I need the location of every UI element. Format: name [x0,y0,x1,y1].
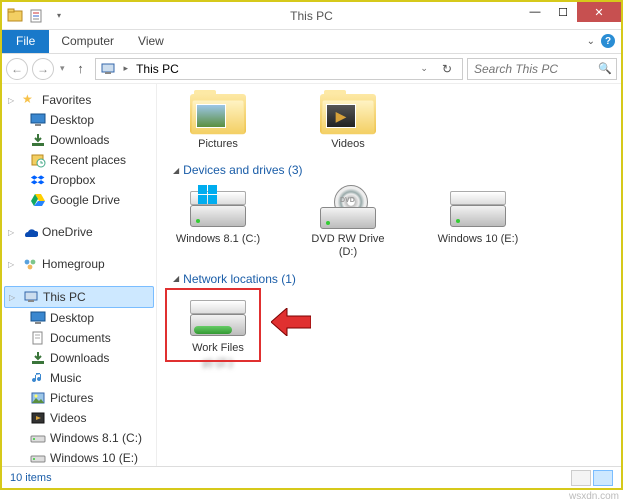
dropbox-icon [30,172,46,188]
videos-icon [30,410,46,426]
nav-item-googledrive[interactable]: Google Drive [4,190,154,210]
address-dropdown-icon[interactable]: ⌄ [416,63,432,74]
pictures-folder-icon [186,88,250,136]
status-text: 10 items [10,472,52,484]
annotation-arrow-icon [271,308,311,336]
thispc-icon [23,289,39,305]
drive-c[interactable]: Windows 8.1 (C:) [173,183,263,259]
maximize-button[interactable]: ☐ [549,2,577,22]
folder-videos[interactable]: ▶ Videos [303,88,393,151]
details-view-button[interactable] [571,470,591,486]
nav-favorites-label: Favorites [42,93,91,107]
search-input[interactable] [472,61,612,77]
qat-dropdown[interactable]: ▾ [50,7,68,25]
drive-c-icon [186,183,250,231]
address-bar[interactable]: ▸ This PC ⌄ ↻ [95,58,463,80]
annotation-highlight [165,288,261,362]
forward-button[interactable]: → [32,58,54,80]
watermark: wsxdn.com [569,491,619,502]
close-button[interactable]: ✕ [577,2,621,22]
drive-e-icon [446,183,510,231]
search-icon: 🔍 [598,62,612,75]
nav-thispc[interactable]: This PC [4,286,154,308]
section-network[interactable]: Network locations (1) [173,272,609,286]
nav-item-downloads[interactable]: Downloads [4,130,154,150]
tab-computer[interactable]: Computer [49,30,126,53]
section-devices[interactable]: Devices and drives (3) [173,163,609,177]
desktop-icon [30,310,46,326]
ribbon-tabs: File Computer View ⌄ ? [2,30,621,54]
nav-pc-drive-c[interactable]: Windows 8.1 (C:) [4,428,154,448]
properties-icon[interactable] [28,7,46,25]
nav-pc-downloads[interactable]: Downloads [4,348,154,368]
back-button[interactable]: ← [6,58,28,80]
nav-pc-desktop[interactable]: Desktop [4,308,154,328]
tab-view[interactable]: View [126,30,176,53]
app-icon[interactable] [6,7,24,25]
nav-onedrive-label: OneDrive [42,225,93,239]
nav-item-dropbox[interactable]: Dropbox [4,170,154,190]
drive-icon [30,430,46,446]
address-chevron-icon[interactable]: ▸ [120,63,133,74]
content-pane[interactable]: Pictures ▶ Videos Devices and drives (3)… [157,84,621,466]
search-box[interactable]: 🔍 [467,58,617,80]
icons-view-button[interactable] [593,470,613,486]
navigation-bar: ← → ▾ ↑ ▸ This PC ⌄ ↻ 🔍 [2,54,621,84]
onedrive-icon [22,224,38,240]
nav-item-recent[interactable]: Recent places [4,150,154,170]
downloads-icon [30,132,46,148]
nav-pc-drive-e[interactable]: Windows 10 (E:) [4,448,154,466]
explorer-window: ▾ This PC — ☐ ✕ File Computer View ⌄ ? ←… [0,0,623,490]
nav-onedrive[interactable]: OneDrive [4,222,154,242]
nav-favorites[interactable]: ★ Favorites [4,90,154,110]
downloads-icon [30,350,46,366]
up-button[interactable]: ↑ [71,59,91,79]
drive-dvd[interactable]: DVD RW Drive (D:) [303,183,393,259]
nav-pc-documents[interactable]: Documents [4,328,154,348]
homegroup-icon [22,256,38,272]
documents-icon [30,330,46,346]
nav-item-desktop[interactable]: Desktop [4,110,154,130]
refresh-button[interactable]: ↻ [436,62,458,76]
thispc-icon [100,61,116,77]
nav-homegroup-label: Homegroup [42,257,105,271]
nav-pc-videos[interactable]: Videos [4,408,154,428]
expand-ribbon-icon[interactable]: ⌄ [587,36,595,47]
pictures-icon [30,390,46,406]
nav-homegroup[interactable]: Homegroup [4,254,154,274]
desktop-icon [30,112,46,128]
history-dropdown[interactable]: ▾ [58,63,67,74]
nav-pc-pictures[interactable]: Pictures [4,388,154,408]
nav-pc-music[interactable]: Music [4,368,154,388]
nav-thispc-label: This PC [43,290,86,304]
minimize-button[interactable]: — [521,2,549,22]
music-icon [30,370,46,386]
dvd-drive-icon [316,183,380,231]
file-tab[interactable]: File [2,30,49,53]
googledrive-icon [30,192,46,208]
videos-folder-icon: ▶ [316,88,380,136]
title-bar: ▾ This PC — ☐ ✕ [2,2,621,30]
recent-icon [30,152,46,168]
navigation-pane[interactable]: ★ Favorites Desktop Downloads Recent plac… [2,84,157,466]
star-icon: ★ [22,92,38,108]
drive-e[interactable]: Windows 10 (E:) [433,183,523,259]
status-bar: 10 items [2,466,621,488]
folder-pictures[interactable]: Pictures [173,88,263,151]
help-icon[interactable]: ? [601,34,615,48]
drive-icon [30,450,46,466]
address-location: This PC [136,62,179,76]
